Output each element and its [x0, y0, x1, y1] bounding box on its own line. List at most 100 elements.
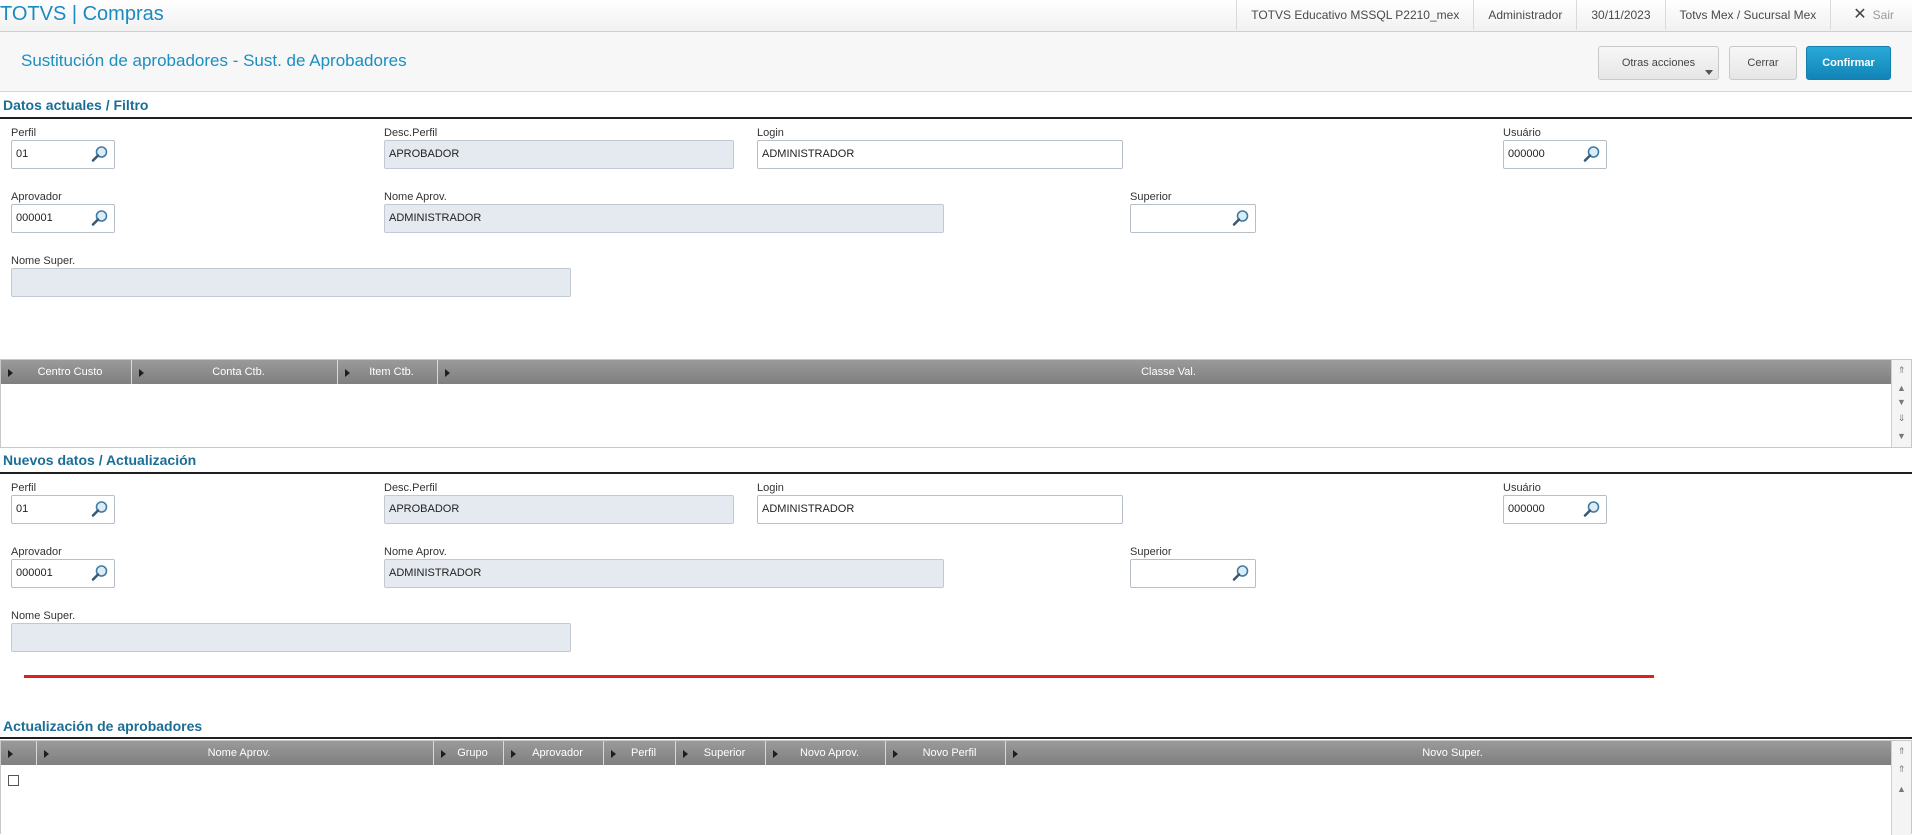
nome-super-label: Nome Super.: [11, 255, 76, 267]
search-icon[interactable]: [91, 145, 109, 163]
triangle-right-icon: [611, 750, 616, 758]
aprovador-label: Aprovador: [11, 546, 62, 558]
scroll-top-icon[interactable]: ⇑: [1895, 364, 1908, 376]
column-header-conta-ctb[interactable]: Conta Ctb.: [132, 360, 338, 384]
triangle-right-icon: [441, 750, 446, 758]
aprovador-field[interactable]: 000001: [11, 204, 115, 233]
column-header-novo-aprov[interactable]: Novo Aprov.: [766, 741, 886, 765]
desc-perfil-label: Desc.Perfil: [384, 482, 438, 494]
aprovador-value: 000001: [16, 212, 53, 224]
vertical-scrollbar[interactable]: ⇑ ▲ ▼ ⇓ ▼: [1891, 360, 1911, 447]
superior-label: Superior: [1130, 546, 1172, 558]
filter-section-title: Datos actuales / Filtro: [3, 97, 149, 113]
search-icon[interactable]: [91, 209, 109, 227]
desc-perfil-label: Desc.Perfil: [384, 127, 438, 139]
new-usuario-field[interactable]: 000000: [1503, 495, 1607, 524]
triangle-right-icon: [44, 750, 49, 758]
update-section-title: Nuevos datos / Actualización: [3, 452, 197, 468]
nome-aprov-field: ADMINISTRADOR: [384, 204, 944, 233]
confirm-button[interactable]: Confirmar: [1806, 46, 1891, 80]
exit-label: Sair: [1872, 8, 1894, 22]
column-header-novo-super[interactable]: Novo Super.: [1006, 741, 1891, 765]
new-desc-perfil-field: APROBADOR: [384, 495, 734, 524]
triangle-right-icon: [8, 369, 13, 377]
vertical-scrollbar[interactable]: ⇑ ⇑ ▲: [1891, 741, 1911, 835]
column-header-grupo[interactable]: Grupo: [434, 741, 504, 765]
approvers-grid-header: Nome Aprov. Grupo Aprovador Perfil Super…: [1, 741, 1891, 765]
perfil-value: 01: [16, 148, 29, 160]
superior-label: Superior: [1130, 191, 1172, 203]
other-actions-label: Otras acciones: [1621, 57, 1696, 69]
new-login-field[interactable]: ADMINISTRADOR: [757, 495, 1123, 524]
new-aprovador-field[interactable]: 000001: [11, 559, 115, 588]
scroll-down-icon[interactable]: ▼: [1895, 396, 1908, 408]
aprovador-label: Aprovador: [11, 191, 62, 203]
new-nome-super-field: [11, 623, 571, 652]
usuario-field[interactable]: 000000: [1503, 140, 1607, 169]
branch-label: Totvs Mex / Sucursal Mex: [1664, 0, 1831, 30]
close-icon: ✕: [1853, 6, 1867, 23]
superior-field[interactable]: [1130, 204, 1256, 233]
triangle-right-icon: [773, 750, 778, 758]
search-icon[interactable]: [91, 500, 109, 518]
other-actions-button[interactable]: Otras acciones: [1598, 46, 1719, 80]
page-title: Sustitución de aprobadores - Sust. de Ap…: [21, 51, 407, 70]
column-header-classe-val[interactable]: Classe Val.: [438, 360, 1891, 384]
session-info: TOTVS Educativo MSSQL P2210_mex Administ…: [1236, 0, 1912, 30]
perfil-label: Perfil: [11, 482, 37, 494]
usuario-value: 000000: [1508, 148, 1545, 160]
login-label: Login: [757, 127, 784, 139]
triangle-right-icon: [345, 369, 350, 377]
scroll-up-icon[interactable]: ▲: [1895, 382, 1908, 394]
triangle-right-icon: [683, 750, 688, 758]
caret-down-icon: [1705, 70, 1713, 75]
triangle-right-icon: [893, 750, 898, 758]
new-perfil-field[interactable]: 01: [11, 495, 115, 524]
exit-button[interactable]: ✕ Sair: [1830, 0, 1912, 30]
usuario-label: Usuário: [1503, 127, 1541, 139]
new-nome-aprov-field: ADMINISTRADOR: [384, 559, 944, 588]
login-label: Login: [757, 482, 784, 494]
search-icon[interactable]: [1583, 145, 1601, 163]
user-label: Administrador: [1473, 0, 1576, 30]
search-icon[interactable]: [1232, 209, 1250, 227]
login-field[interactable]: ADMINISTRADOR: [757, 140, 1123, 169]
perfil-field[interactable]: 01: [11, 140, 115, 169]
new-aprovador-value: 000001: [16, 567, 53, 579]
red-divider: [24, 675, 1654, 678]
nome-super-field: [11, 268, 571, 297]
scroll-bottom-icon[interactable]: ▼: [1895, 430, 1908, 442]
nome-aprov-label: Nome Aprov.: [384, 546, 447, 558]
filter-grid-header: Centro Custo Conta Ctb. Item Ctb. Classe…: [1, 360, 1891, 384]
column-header-novo-perfil[interactable]: Novo Perfil: [886, 741, 1006, 765]
column-header-select[interactable]: [1, 741, 37, 765]
scroll-page-down-icon[interactable]: ⇓: [1895, 412, 1908, 424]
column-header-centro-custo[interactable]: Centro Custo: [1, 360, 132, 384]
column-header-item-ctb[interactable]: Item Ctb.: [338, 360, 438, 384]
page-header: Sustitución de aprobadores - Sust. de Ap…: [0, 32, 1912, 92]
column-header-perfil[interactable]: Perfil: [604, 741, 676, 765]
app-title: TOTVS | Compras: [0, 3, 164, 25]
search-icon[interactable]: [1232, 564, 1250, 582]
scroll-page-up-icon[interactable]: ⇑: [1895, 763, 1908, 775]
search-icon[interactable]: [1583, 500, 1601, 518]
section-divider: [0, 737, 1912, 739]
date-label: 30/11/2023: [1576, 0, 1664, 30]
column-header-aprovador[interactable]: Aprovador: [504, 741, 604, 765]
nome-super-label: Nome Super.: [11, 610, 76, 622]
triangle-right-icon: [8, 750, 13, 758]
column-header-superior[interactable]: Superior: [676, 741, 766, 765]
search-icon[interactable]: [91, 564, 109, 582]
triangle-right-icon: [139, 369, 144, 377]
row-checkbox[interactable]: [8, 775, 19, 786]
column-header-nome-aprov[interactable]: Nome Aprov.: [37, 741, 434, 765]
scroll-up-icon[interactable]: ▲: [1895, 783, 1908, 795]
triangle-right-icon: [511, 750, 516, 758]
close-button[interactable]: Cerrar: [1729, 46, 1797, 80]
approvers-grid: Nome Aprov. Grupo Aprovador Perfil Super…: [0, 740, 1912, 835]
scroll-top-icon[interactable]: ⇑: [1895, 745, 1908, 757]
filter-grid: Centro Custo Conta Ctb. Item Ctb. Classe…: [0, 359, 1912, 448]
new-superior-field[interactable]: [1130, 559, 1256, 588]
new-usuario-value: 000000: [1508, 503, 1545, 515]
usuario-label: Usuário: [1503, 482, 1541, 494]
